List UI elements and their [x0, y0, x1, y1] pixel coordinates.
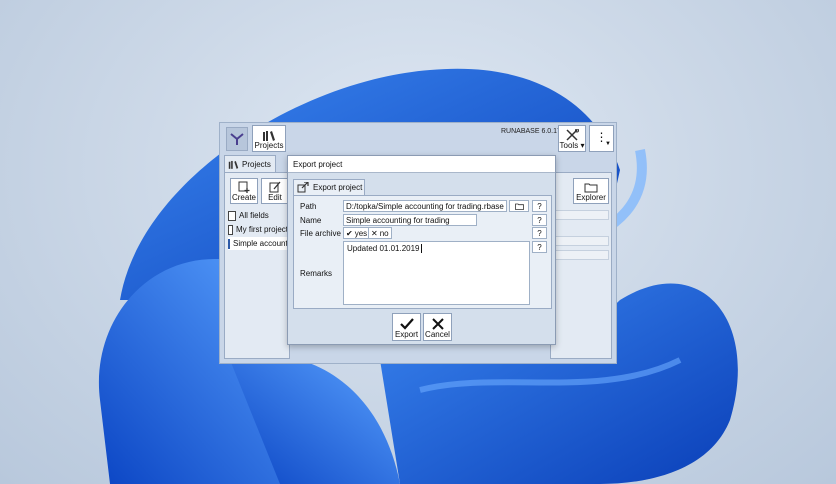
- list-item-label: All fields: [239, 211, 269, 220]
- path-field[interactable]: D:/topka/Simple accounting for trading.r…: [343, 200, 507, 212]
- chevron-down-icon: ▼: [605, 140, 611, 147]
- document-icon: [228, 210, 236, 221]
- project-list: All fields My first project Simple accou…: [228, 209, 288, 251]
- create-icon: [238, 181, 250, 193]
- folder-icon: [514, 203, 524, 210]
- explorer-button[interactable]: Explorer: [573, 178, 609, 204]
- detail-field: [555, 210, 609, 220]
- tab-projects-label: Projects: [242, 159, 271, 169]
- remarks-help-button[interactable]: ?: [532, 241, 547, 253]
- list-item-label: My first project: [235, 225, 288, 234]
- archive-yes-label: yes: [354, 228, 368, 238]
- detail-field: [555, 236, 609, 246]
- books-icon: [228, 160, 239, 169]
- list-item[interactable]: All fields: [228, 209, 288, 222]
- name-help-button[interactable]: ?: [532, 214, 547, 226]
- remarks-label: Remarks: [300, 269, 333, 278]
- edit-label: Edit: [268, 193, 282, 202]
- check-icon: ✔: [346, 228, 353, 238]
- archive-yes-option[interactable]: ✔ yes: [343, 227, 371, 239]
- export-label: Export: [394, 330, 419, 339]
- folder-icon: [584, 183, 598, 193]
- archive-no-option[interactable]: ✕ no: [368, 227, 392, 239]
- tools-icon: [565, 129, 579, 141]
- edit-icon: [269, 181, 281, 193]
- projects-toolbar-label: Projects: [254, 141, 284, 150]
- app-version: RUNABASE 6.0.17: [501, 128, 561, 135]
- explorer-label: Explorer: [576, 193, 606, 202]
- database-file-icon: [228, 238, 230, 249]
- close-icon: [431, 318, 444, 330]
- runabase-logo-icon: [230, 133, 244, 145]
- tools-label: Tools ▾: [559, 141, 585, 150]
- archive-no-label: no: [379, 228, 389, 238]
- tools-button[interactable]: Tools ▾: [558, 125, 586, 152]
- list-item[interactable]: Simple accounting for trading: [228, 237, 288, 250]
- projects-panel: Create Edit All fields My first project …: [224, 172, 290, 359]
- cancel-label: Cancel: [425, 330, 450, 339]
- export-project-dialog: Export project Export project Path D:/to…: [287, 155, 556, 345]
- export-button[interactable]: Export: [392, 313, 421, 341]
- edit-button[interactable]: Edit: [261, 178, 289, 204]
- checkmark-icon: [399, 318, 414, 330]
- list-item[interactable]: My first project: [228, 223, 288, 236]
- projects-toolbar-button[interactable]: Projects: [252, 125, 286, 152]
- dialog-title: Export project: [288, 156, 555, 173]
- cancel-button[interactable]: Cancel: [423, 313, 452, 341]
- archive-help-button[interactable]: ?: [532, 227, 547, 239]
- remarks-textarea[interactable]: Updated 01.01.2019: [343, 241, 530, 305]
- list-item-label: Simple accounting for trading: [233, 239, 288, 248]
- path-label: Path: [300, 202, 317, 211]
- export-icon: [297, 182, 309, 193]
- name-label: Name: [300, 216, 322, 225]
- books-icon: [263, 131, 275, 141]
- file-archive-label: File archive: [300, 229, 341, 238]
- tab-export-project[interactable]: Export project: [293, 179, 365, 195]
- details-panel: Explorer: [550, 172, 612, 359]
- export-form: Path D:/topka/Simple accounting for trad…: [293, 195, 552, 309]
- remarks-text: Updated 01.01.2019: [347, 244, 420, 253]
- more-menu-button[interactable]: ⋮ ▼: [589, 125, 614, 152]
- app-logo[interactable]: [226, 127, 248, 151]
- close-icon: ✕: [371, 228, 378, 238]
- create-button[interactable]: Create: [230, 178, 258, 204]
- tab-projects[interactable]: Projects: [224, 155, 276, 172]
- text-caret: [420, 244, 422, 254]
- path-help-button[interactable]: ?: [532, 200, 547, 212]
- tab-export-label: Export project: [313, 183, 363, 192]
- more-vertical-icon: ⋮: [595, 129, 608, 144]
- browse-button[interactable]: [509, 200, 529, 212]
- create-label: Create: [231, 193, 256, 202]
- detail-field: [555, 250, 609, 260]
- name-field[interactable]: Simple accounting for trading: [343, 214, 477, 226]
- document-icon: [228, 224, 233, 235]
